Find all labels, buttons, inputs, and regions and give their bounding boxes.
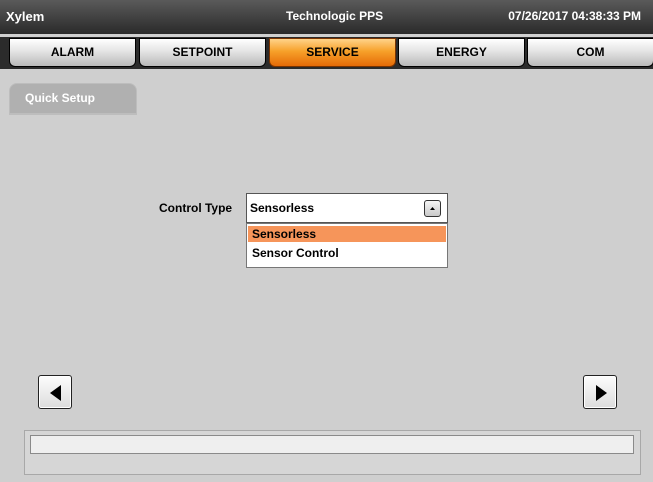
main-tab-bar: ALARM SETPOINT SERVICE ENERGY COM [0, 37, 653, 69]
left-triangle-icon [50, 385, 61, 401]
next-button[interactable] [583, 375, 617, 409]
control-type-label: Control Type [159, 201, 233, 215]
product-name: Technologic PPS [286, 9, 384, 23]
tab-com[interactable]: COM [527, 38, 653, 67]
option-sensorless[interactable]: Sensorless [248, 226, 446, 242]
tab-alarm[interactable]: ALARM [9, 38, 136, 67]
previous-button[interactable] [38, 375, 72, 409]
tab-setpoint[interactable]: SETPOINT [139, 38, 266, 67]
control-type-value: Sensorless [250, 201, 315, 215]
title-bar: Xylem Technologic PPS 07/26/2017 04:38:3… [0, 0, 653, 34]
tab-service[interactable]: SERVICE [269, 38, 396, 67]
status-message [30, 435, 634, 454]
tab-energy[interactable]: ENERGY [398, 38, 525, 67]
chevron-up-icon [430, 207, 435, 210]
hmi-screen: Xylem Technologic PPS 07/26/2017 04:38:3… [0, 0, 653, 482]
status-bar [24, 430, 641, 475]
dropdown-toggle-button[interactable] [424, 200, 441, 217]
tab-quick-setup[interactable]: Quick Setup [9, 83, 137, 114]
app-name: Xylem [6, 9, 45, 24]
control-type-dropdown-list: Sensorless Sensor Control [246, 223, 448, 268]
control-type-select[interactable]: Sensorless [246, 193, 448, 223]
option-sensor-control[interactable]: Sensor Control [248, 245, 446, 261]
right-triangle-icon [596, 385, 607, 401]
side-tab-divider [9, 113, 137, 115]
datetime-display: 07/26/2017 04:38:33 PM [508, 9, 641, 23]
